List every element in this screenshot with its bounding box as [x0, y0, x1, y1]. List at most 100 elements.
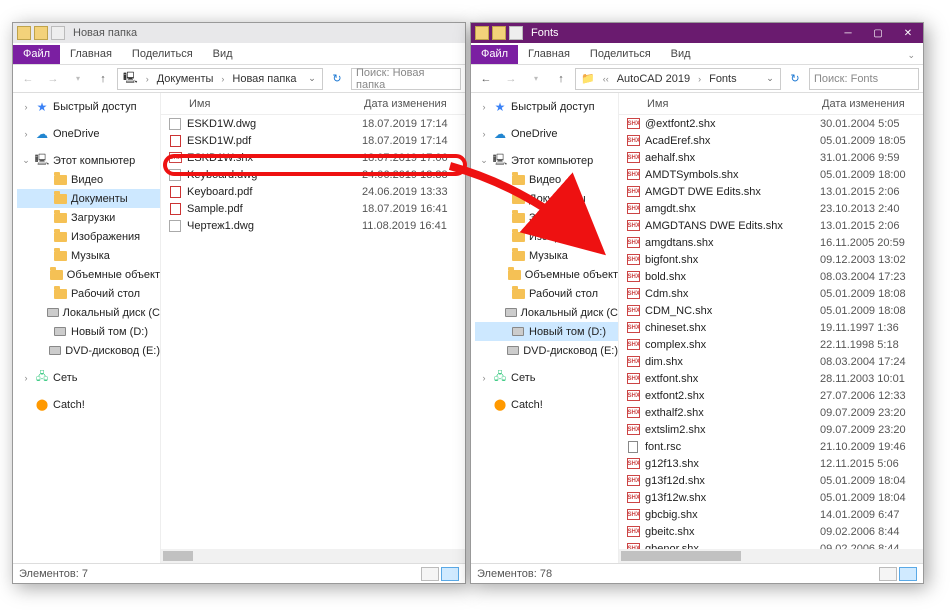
file-list[interactable]: SHX @extfont2.shx 30.01.2004 5:05SHX Aca…	[619, 115, 923, 563]
column-date[interactable]: Дата изменения	[822, 98, 923, 110]
view-thumbs-button[interactable]	[421, 567, 439, 581]
file-row[interactable]: SHX chineset.shx 19.11.1997 1:36	[619, 319, 923, 336]
file-row[interactable]: Keyboard.pdf 24.06.2019 13:33	[161, 183, 465, 200]
nav-quick-access[interactable]: › ★ Быстрый доступ	[475, 97, 618, 116]
file-row[interactable]: SHX Cdm.shx 05.01.2009 18:08	[619, 285, 923, 302]
file-row[interactable]: SHX exthalf2.shx 09.07.2009 23:20	[619, 404, 923, 421]
breadcrumb-segment[interactable]: Fonts	[706, 73, 740, 85]
recent-button[interactable]: ▾	[67, 68, 89, 90]
forward-button[interactable]: →	[42, 68, 64, 90]
nav-item[interactable]: Объемные объект	[17, 265, 160, 284]
nav-item[interactable]: Загрузки	[475, 208, 618, 227]
view-details-button[interactable]	[441, 567, 459, 581]
minimize-button[interactable]: ─	[833, 23, 863, 43]
expander-icon[interactable]: ›	[21, 373, 31, 383]
nav-item[interactable]: DVD-дисковод (E:)	[17, 341, 160, 360]
expander-icon[interactable]: ›	[479, 102, 489, 112]
file-row[interactable]: SHX bold.shx 08.03.2004 17:23	[619, 268, 923, 285]
file-row[interactable]: SHX gbeitc.shx 09.02.2006 8:44	[619, 523, 923, 540]
file-row[interactable]: SHX AMGDT DWE Edits.shx 13.01.2015 2:06	[619, 183, 923, 200]
file-row[interactable]: SHX g12f13.shx 12.11.2015 5:06	[619, 455, 923, 472]
file-row[interactable]: SHX amgdt.shx 23.10.2013 2:40	[619, 200, 923, 217]
tab-view[interactable]: Вид	[203, 45, 243, 64]
view-details-button[interactable]	[899, 567, 917, 581]
search-input[interactable]: Поиск: Fonts	[809, 68, 919, 90]
file-row[interactable]: SHX AMDTSymbols.shx 05.01.2009 18:00	[619, 166, 923, 183]
column-name[interactable]: Имя	[647, 98, 822, 110]
file-row[interactable]: SHX ESKD1W.shx 18.07.2019 17:06	[161, 149, 465, 166]
file-row[interactable]: SHX @extfont2.shx 30.01.2004 5:05	[619, 115, 923, 132]
nav-item[interactable]: Видео	[475, 170, 618, 189]
file-row[interactable]: SHX g13f12d.shx 05.01.2009 18:04	[619, 472, 923, 489]
nav-item[interactable]: Рабочий стол	[475, 284, 618, 303]
expander-icon[interactable]: ›	[21, 102, 31, 112]
chevron-down-icon[interactable]: ⌄	[304, 73, 320, 84]
file-row[interactable]: SHX extfont.shx 28.11.2003 10:01	[619, 370, 923, 387]
back-button[interactable]: ←	[17, 68, 39, 90]
close-button[interactable]: ✕	[893, 23, 923, 43]
nav-item[interactable]: DVD-дисковод (E:)	[475, 341, 618, 360]
file-row[interactable]: SHX CDM_NC.shx 05.01.2009 18:08	[619, 302, 923, 319]
nav-item[interactable]: Видео	[17, 170, 160, 189]
breadcrumb-segment[interactable]: Новая папка	[229, 73, 299, 85]
file-row[interactable]: SHX gbcbig.shx 14.01.2009 6:47	[619, 506, 923, 523]
file-row[interactable]: SHX dim.shx 08.03.2004 17:24	[619, 353, 923, 370]
horizontal-scrollbar[interactable]	[161, 549, 465, 563]
chevron-down-icon[interactable]	[51, 26, 65, 40]
titlebar[interactable]: Fonts ─ ▢ ✕	[471, 23, 923, 43]
nav-onedrive[interactable]: › ☁ OneDrive	[17, 124, 160, 143]
recent-button[interactable]: ▾	[525, 68, 547, 90]
nav-onedrive[interactable]: › ☁ OneDrive	[475, 124, 618, 143]
tab-home[interactable]: Главная	[60, 45, 122, 64]
column-name[interactable]: Имя	[189, 98, 364, 110]
expander-icon[interactable]: ›	[479, 373, 489, 383]
chevron-down-icon[interactable]	[509, 26, 523, 40]
file-row[interactable]: Sample.pdf 18.07.2019 16:41	[161, 200, 465, 217]
nav-this-pc[interactable]: ⌄ 🖳 Этот компьютер	[475, 151, 618, 170]
breadcrumb[interactable]: 📁 ‹‹ AutoCAD 2019 › Fonts ⌄	[575, 68, 781, 90]
nav-item[interactable]: Объемные объект	[475, 265, 618, 284]
nav-item[interactable]: Музыка	[475, 246, 618, 265]
view-thumbs-button[interactable]	[879, 567, 897, 581]
breadcrumb-segment[interactable]: Документы	[154, 73, 217, 85]
nav-quick-access[interactable]: › ★ Быстрый доступ	[17, 97, 160, 116]
tab-view[interactable]: Вид	[661, 45, 701, 64]
refresh-button[interactable]: ↻	[784, 72, 806, 85]
tab-file[interactable]: Файл	[471, 45, 518, 64]
nav-network[interactable]: › 🖧 Сеть	[475, 368, 618, 387]
tab-share[interactable]: Поделиться	[580, 45, 661, 64]
nav-item[interactable]: Загрузки	[17, 208, 160, 227]
back-button[interactable]: ←	[475, 68, 497, 90]
file-row[interactable]: SHX AcadEref.shx 05.01.2009 18:05	[619, 132, 923, 149]
tab-share[interactable]: Поделиться	[122, 45, 203, 64]
file-row[interactable]: ESKD1W.pdf 18.07.2019 17:14	[161, 132, 465, 149]
file-row[interactable]: SHX aehalf.shx 31.01.2006 9:59	[619, 149, 923, 166]
expander-icon[interactable]: ›	[21, 129, 31, 139]
up-button[interactable]: ↑	[550, 68, 572, 90]
nav-network[interactable]: › 🖧 Сеть	[17, 368, 160, 387]
expander-icon[interactable]: ⌄	[479, 155, 489, 166]
nav-item[interactable]: Изображения	[475, 227, 618, 246]
up-button[interactable]: ↑	[92, 68, 114, 90]
forward-button[interactable]: →	[500, 68, 522, 90]
file-row[interactable]: Keyboard.dwg 24.06.2019 13:33	[161, 166, 465, 183]
breadcrumb[interactable]: 🖳 › Документы › Новая папка ⌄	[117, 68, 323, 90]
file-row[interactable]: SHX complex.shx 22.11.1998 5:18	[619, 336, 923, 353]
file-row[interactable]: font.rsc 21.10.2009 19:46	[619, 438, 923, 455]
horizontal-scrollbar[interactable]	[619, 549, 923, 563]
file-row[interactable]: SHX amgdtans.shx 16.11.2005 20:59	[619, 234, 923, 251]
nav-catch[interactable]: ⬤ Catch!	[17, 395, 160, 414]
chevron-down-icon[interactable]: ⌄	[762, 73, 778, 84]
nav-item[interactable]: Изображения	[17, 227, 160, 246]
ribbon-toggle-icon[interactable]: ⌄	[899, 47, 923, 64]
file-row[interactable]: ESKD1W.dwg 18.07.2019 17:14	[161, 115, 465, 132]
file-row[interactable]: SHX bigfont.shx 09.12.2003 13:02	[619, 251, 923, 268]
nav-catch[interactable]: ⬤ Catch!	[475, 395, 618, 414]
titlebar[interactable]: Новая папка	[13, 23, 465, 43]
nav-this-pc[interactable]: ⌄ 🖳 Этот компьютер	[17, 151, 160, 170]
tab-home[interactable]: Главная	[518, 45, 580, 64]
file-row[interactable]: SHX extslim2.shx 09.07.2009 23:20	[619, 421, 923, 438]
tab-file[interactable]: Файл	[13, 45, 60, 64]
nav-item[interactable]: Музыка	[17, 246, 160, 265]
refresh-button[interactable]: ↻	[326, 72, 348, 85]
